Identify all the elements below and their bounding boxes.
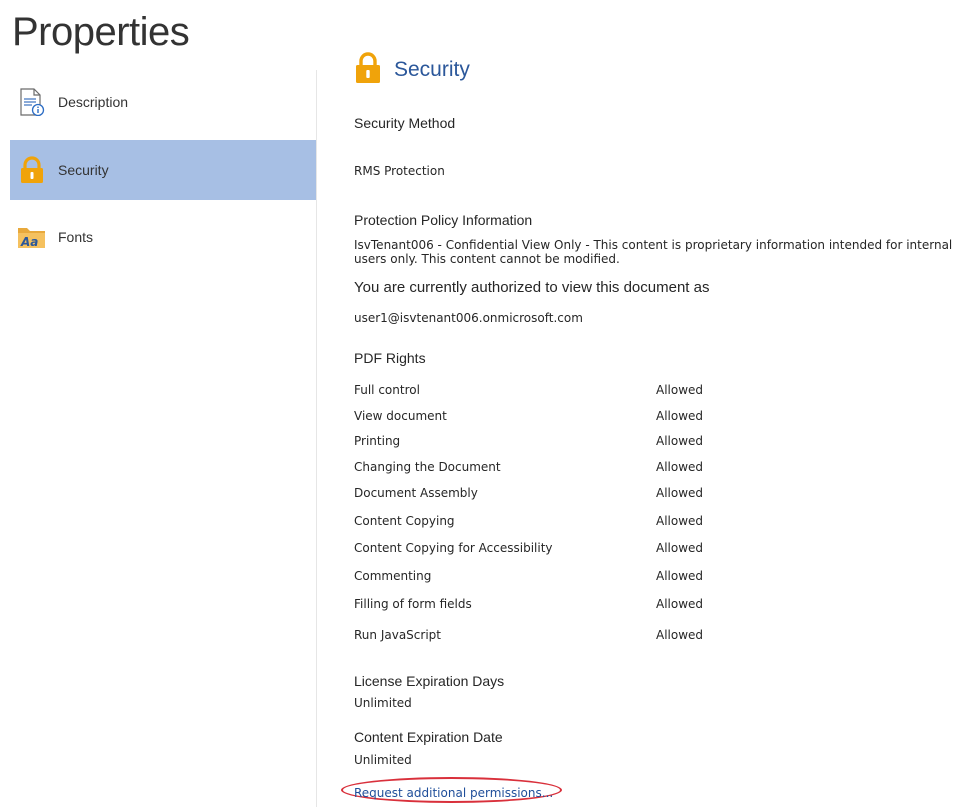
rights-heading: PDF Rights [354,350,426,366]
right-name: Run JavaScript [354,628,441,642]
right-name: Filling of form fields [354,597,472,611]
rights-row: Commenting Allowed [354,569,774,589]
policy-heading: Protection Policy Information [354,212,533,228]
rights-row: Content Copying for Accessibility Allowe… [354,541,774,561]
right-name: Content Copying [354,514,455,528]
right-name: Document Assembly [354,486,478,500]
svg-text:Aa: Aa [20,235,38,249]
license-heading: License Expiration Days [354,673,505,689]
right-value: Allowed [656,434,704,448]
right-value: Allowed [656,486,704,500]
sidebar-item-label: Fonts [58,229,94,245]
right-value: Allowed [656,541,704,555]
right-name: Changing the Document [354,460,501,474]
right-value: Allowed [656,514,704,528]
section-title: Security [394,58,470,81]
lock-icon [17,155,47,185]
rights-row: View document Allowed [354,409,774,429]
sidebar-item-security[interactable]: Security [10,140,316,200]
divider [316,70,317,807]
authorized-user: user1@isvtenant006.onmicrosoft.com [354,311,583,325]
document-info-icon [17,87,47,117]
right-value: Allowed [656,460,704,474]
rights-row: Changing the Document Allowed [354,460,774,480]
page-title: Properties [12,10,190,54]
right-value: Allowed [656,597,704,611]
license-value: Unlimited [354,696,412,710]
rights-row: Content Copying Allowed [354,514,774,534]
right-name: View document [354,409,447,423]
request-permissions-link[interactable]: Request additional permissions... [354,786,553,800]
right-name: Full control [354,383,420,397]
right-value: Allowed [656,569,704,583]
fonts-folder-icon: Aa [17,222,47,252]
right-value: Allowed [656,409,704,423]
right-name: Printing [354,434,401,448]
policy-text: IsvTenant006 - Confidential View Only - … [354,238,953,266]
right-value: Allowed [656,383,704,397]
security-method-label: Security Method [354,115,456,131]
sidebar-item-description[interactable]: Description [10,72,316,132]
rights-row: Full control Allowed [354,383,774,403]
rights-row: Run JavaScript Allowed [354,628,774,648]
authorized-heading: You are currently authorized to view thi… [354,279,710,296]
right-value: Allowed [656,628,704,642]
security-method-value: RMS Protection [354,164,445,178]
right-name: Commenting [354,569,432,583]
rights-row: Document Assembly Allowed [354,486,774,506]
rights-row: Filling of form fields Allowed [354,597,774,617]
content-expiration-value: Unlimited [354,753,412,767]
security-header: Security [354,52,470,88]
lock-icon [354,52,382,88]
content-expiration-heading: Content Expiration Date [354,729,503,745]
rights-row: Printing Allowed [354,434,774,454]
right-name: Content Copying for Accessibility [354,541,553,555]
sidebar-item-label: Security [58,162,109,178]
sidebar-item-fonts[interactable]: Aa Fonts [10,207,316,267]
sidebar-item-label: Description [58,94,129,110]
